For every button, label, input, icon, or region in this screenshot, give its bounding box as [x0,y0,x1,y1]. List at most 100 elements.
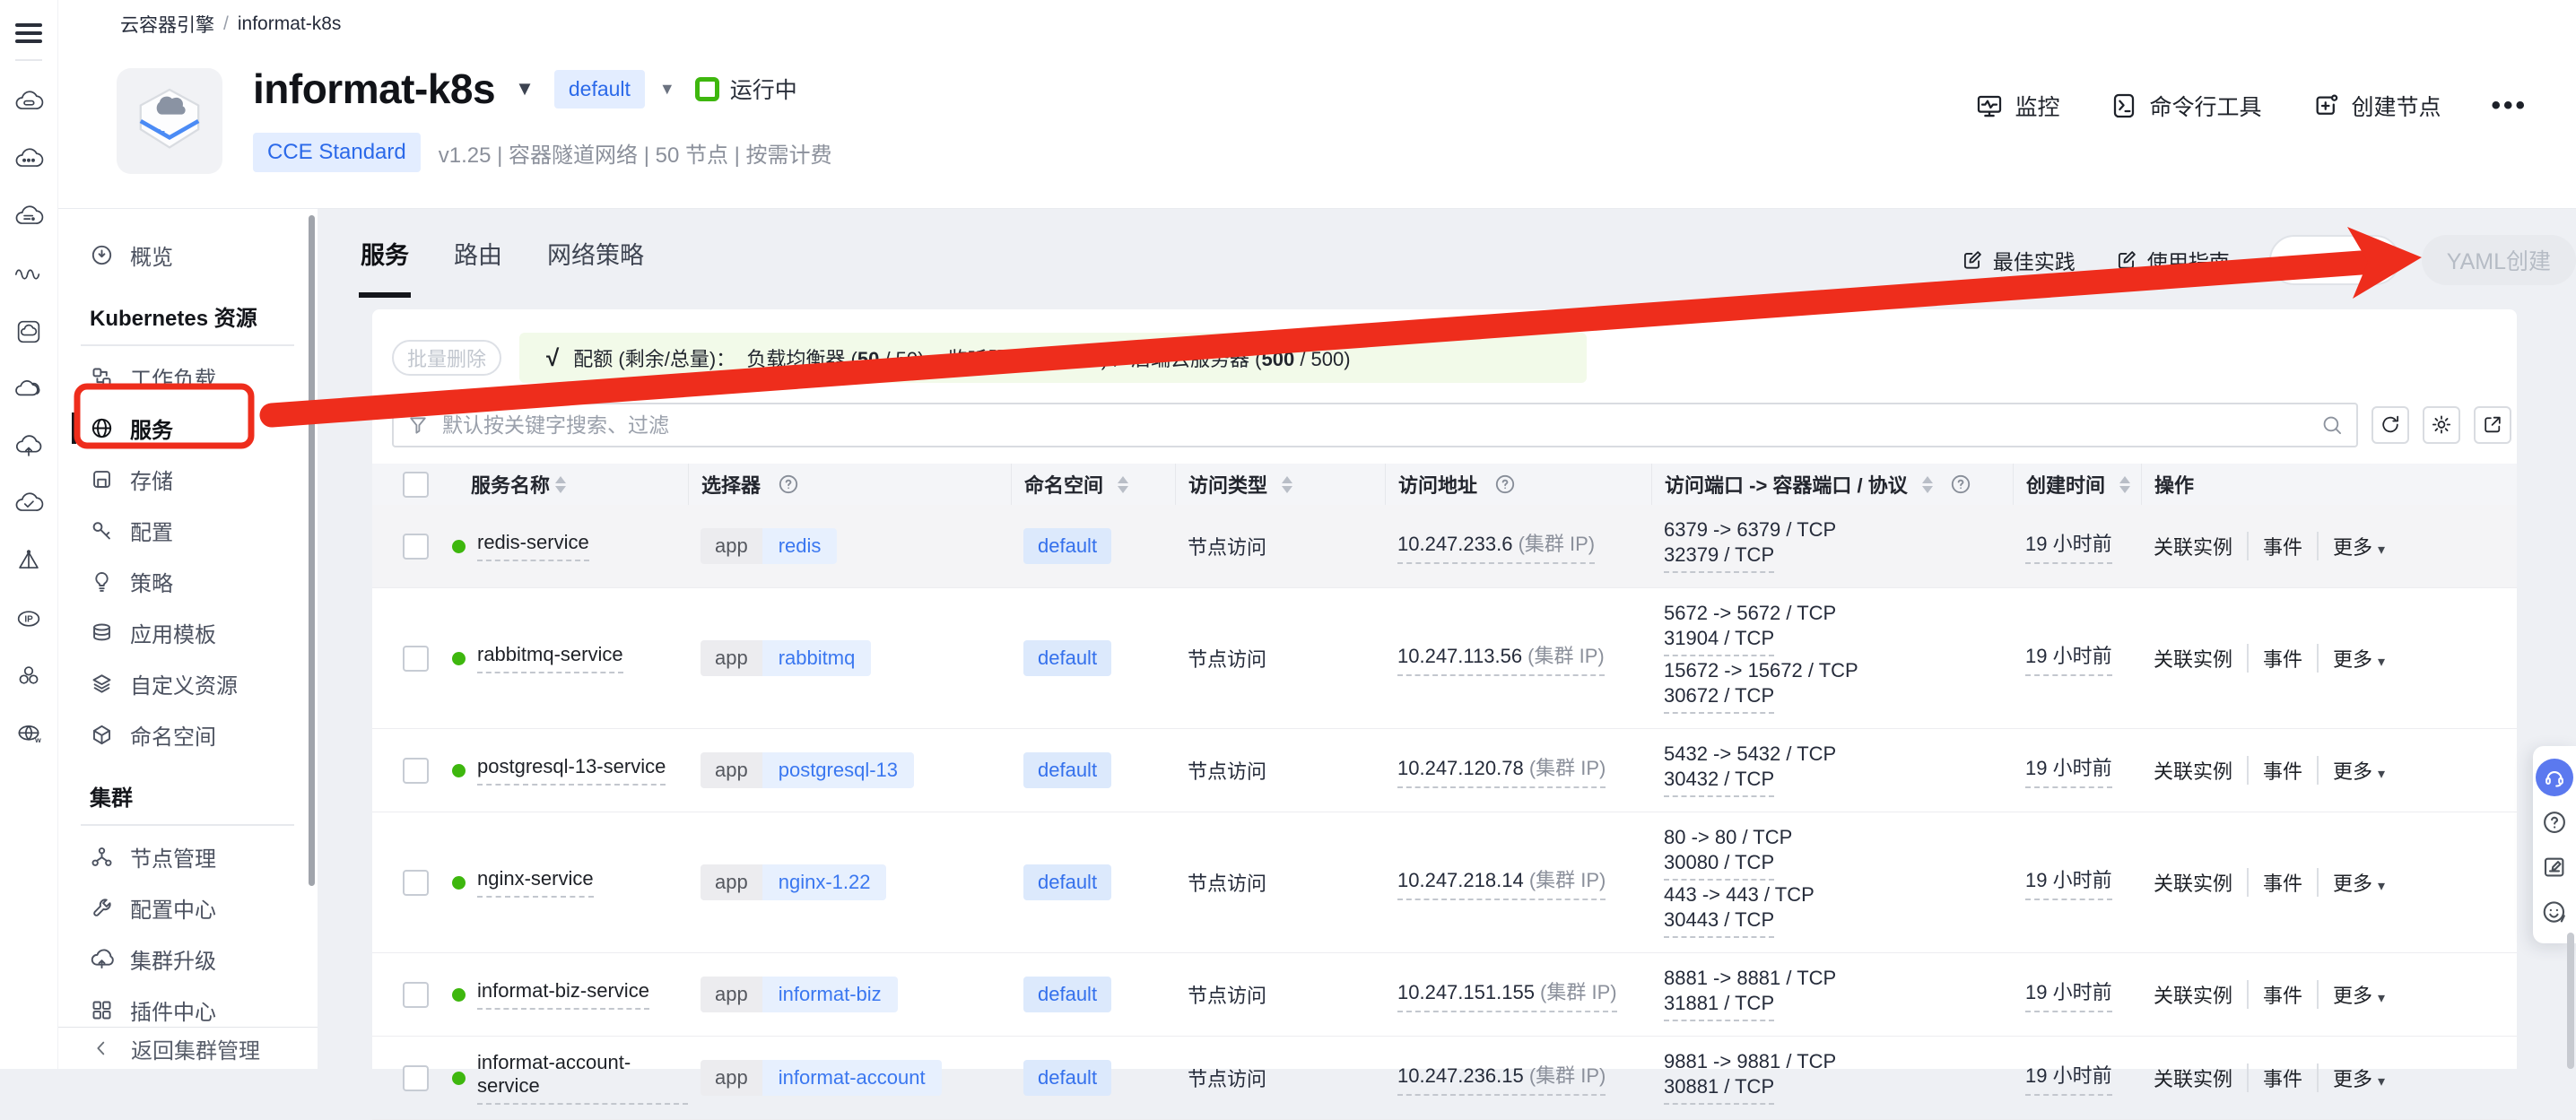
search-input[interactable] [440,412,2310,438]
cluster-switch-caret-icon[interactable]: ▼ [515,77,535,100]
access-address[interactable]: 10.247.113.56 (集群 IP) [1397,640,1605,676]
settings-button[interactable] [2423,406,2460,444]
batch-delete-button[interactable]: 批量删除 [392,340,501,376]
row-action-事件[interactable]: 事件 [2247,868,2317,897]
yaml-create-button[interactable]: YAML创建 [2422,235,2576,285]
namespace-tag[interactable]: default [1023,864,1111,900]
help-icon[interactable] [1949,473,1972,496]
service-name-link[interactable]: informat-biz-service [477,979,649,1010]
created-time[interactable]: 19 小时前 [2025,752,2112,788]
sidebar-scrollbar[interactable] [309,215,315,886]
refresh-button[interactable] [2371,406,2409,444]
sidebar-item-服务[interactable]: 服务 [57,403,318,454]
help-circle-button[interactable] [2536,803,2573,841]
created-time[interactable]: 19 小时前 [2025,1060,2112,1096]
row-action-关联实例[interactable]: 关联实例 [2154,868,2247,897]
cloud-config-icon[interactable] [11,188,47,246]
row-action-关联实例[interactable]: 关联实例 [2154,980,2247,1009]
feedback-form-button[interactable] [2536,848,2573,886]
search-icon[interactable] [2320,413,2344,437]
filter-funnel-icon[interactable] [406,413,430,437]
page-scrollbar[interactable] [2567,933,2574,1069]
header-more-button[interactable]: ••• [2491,91,2528,121]
prism-icon[interactable] [11,533,47,590]
namespace-tag[interactable]: default [1023,752,1111,788]
sidebar-item-存储[interactable]: 存储 [57,454,318,505]
wave-icon[interactable] [11,246,47,303]
sidebar-item-概览[interactable]: 概览 [57,230,318,281]
row-checkbox[interactable] [403,646,429,672]
sidebar-item-配置中心[interactable]: 配置中心 [57,882,318,933]
select-all-checkbox[interactable] [403,472,429,498]
help-icon[interactable] [1493,473,1517,496]
created-time[interactable]: 19 小时前 [2025,640,2112,676]
row-action-事件[interactable]: 事件 [2247,532,2317,560]
sidebar-item-工作负载[interactable]: 工作负载 [57,352,318,403]
row-checkbox[interactable] [403,534,429,560]
access-address[interactable]: 10.247.218.14 (集群 IP) [1397,864,1606,900]
row-action-事件[interactable]: 事件 [2247,644,2317,673]
header-action-terminal[interactable]: 命令行工具 [2110,90,2261,122]
row-checkbox[interactable] [403,982,429,1008]
sort-icon[interactable] [1282,476,1292,493]
row-checkbox[interactable] [403,870,429,896]
namespace-tag[interactable]: default [1023,977,1111,1012]
sidebar-item-命名空间[interactable]: 命名空间 [57,709,318,760]
access-address[interactable]: 10.247.236.15 (集群 IP) [1397,1060,1606,1096]
smiley-button[interactable] [2536,893,2573,931]
row-action-更多[interactable]: 更多▾ [2317,756,2399,785]
cloud-check-icon[interactable] [11,475,47,533]
ip-circle-icon[interactable]: IP [11,590,47,647]
row-checkbox[interactable] [403,758,429,784]
best-practice-link[interactable]: 最佳实践 [1961,245,2076,275]
row-action-关联实例[interactable]: 关联实例 [2154,756,2247,785]
row-action-事件[interactable]: 事件 [2247,1064,2317,1092]
sidebar-item-策略[interactable]: 策略 [57,556,318,607]
row-action-关联实例[interactable]: 关联实例 [2154,532,2247,560]
globe-w-icon[interactable]: w [11,705,47,762]
access-address[interactable]: 10.247.233.6 (集群 IP) [1397,528,1595,564]
sort-icon[interactable] [1922,476,1933,493]
headset-button[interactable] [2536,759,2573,796]
box-cloud-icon[interactable] [11,303,47,360]
cloud-upload-icon[interactable] [11,418,47,475]
cloud-more-icon[interactable] [11,131,47,188]
sidebar-item-自定义资源[interactable]: 自定义资源 [57,658,318,709]
sidebar-item-应用模板[interactable]: 应用模板 [57,607,318,658]
sidebar-item-集群升级[interactable]: 集群升级 [57,933,318,985]
row-action-更多[interactable]: 更多▾ [2317,532,2399,560]
row-action-关联实例[interactable]: 关联实例 [2154,1064,2247,1092]
service-name-link[interactable]: postgresql-13-service [477,755,666,786]
sidebar-item-节点管理[interactable]: 节点管理 [57,831,318,882]
sort-icon[interactable] [555,476,566,493]
breadcrumb-root[interactable]: 云容器引擎 [120,11,214,38]
hamburger-menu-icon[interactable] [15,23,42,43]
sort-icon[interactable] [1118,476,1128,493]
help-icon[interactable] [777,473,800,496]
created-time[interactable]: 19 小时前 [2025,864,2112,900]
sidebar-item-配置[interactable]: 配置 [57,505,318,556]
cloud-server-icon[interactable] [11,74,47,131]
row-action-关联实例[interactable]: 关联实例 [2154,644,2247,673]
tab-网络策略[interactable]: 网络策略 [545,208,646,298]
namespace-caret-icon[interactable]: ▼ [659,80,675,99]
clouds-icon[interactable] [11,360,47,418]
sort-icon[interactable] [2119,476,2130,493]
service-name-link[interactable]: rabbitmq-service [477,643,623,673]
created-time[interactable]: 19 小时前 [2025,977,2112,1012]
row-action-更多[interactable]: 更多▾ [2317,1064,2399,1092]
row-action-更多[interactable]: 更多▾ [2317,868,2399,897]
header-action-create-node[interactable]: 创建节点 [2311,90,2441,122]
service-name-link[interactable]: informat-account-service [477,1051,688,1105]
row-action-事件[interactable]: 事件 [2247,756,2317,785]
service-name-link[interactable]: redis-service [477,531,589,561]
create-service-button[interactable] [2269,235,2400,285]
namespace-tag[interactable]: default [1023,640,1111,676]
namespace-badge[interactable]: default [554,70,645,109]
tab-服务[interactable]: 服务 [359,208,411,298]
header-action-monitor[interactable]: 监控 [1975,90,2059,122]
row-action-更多[interactable]: 更多▾ [2317,644,2399,673]
namespace-tag[interactable]: default [1023,528,1111,564]
service-name-link[interactable]: nginx-service [477,867,594,898]
access-address[interactable]: 10.247.120.78 (集群 IP) [1397,752,1606,788]
